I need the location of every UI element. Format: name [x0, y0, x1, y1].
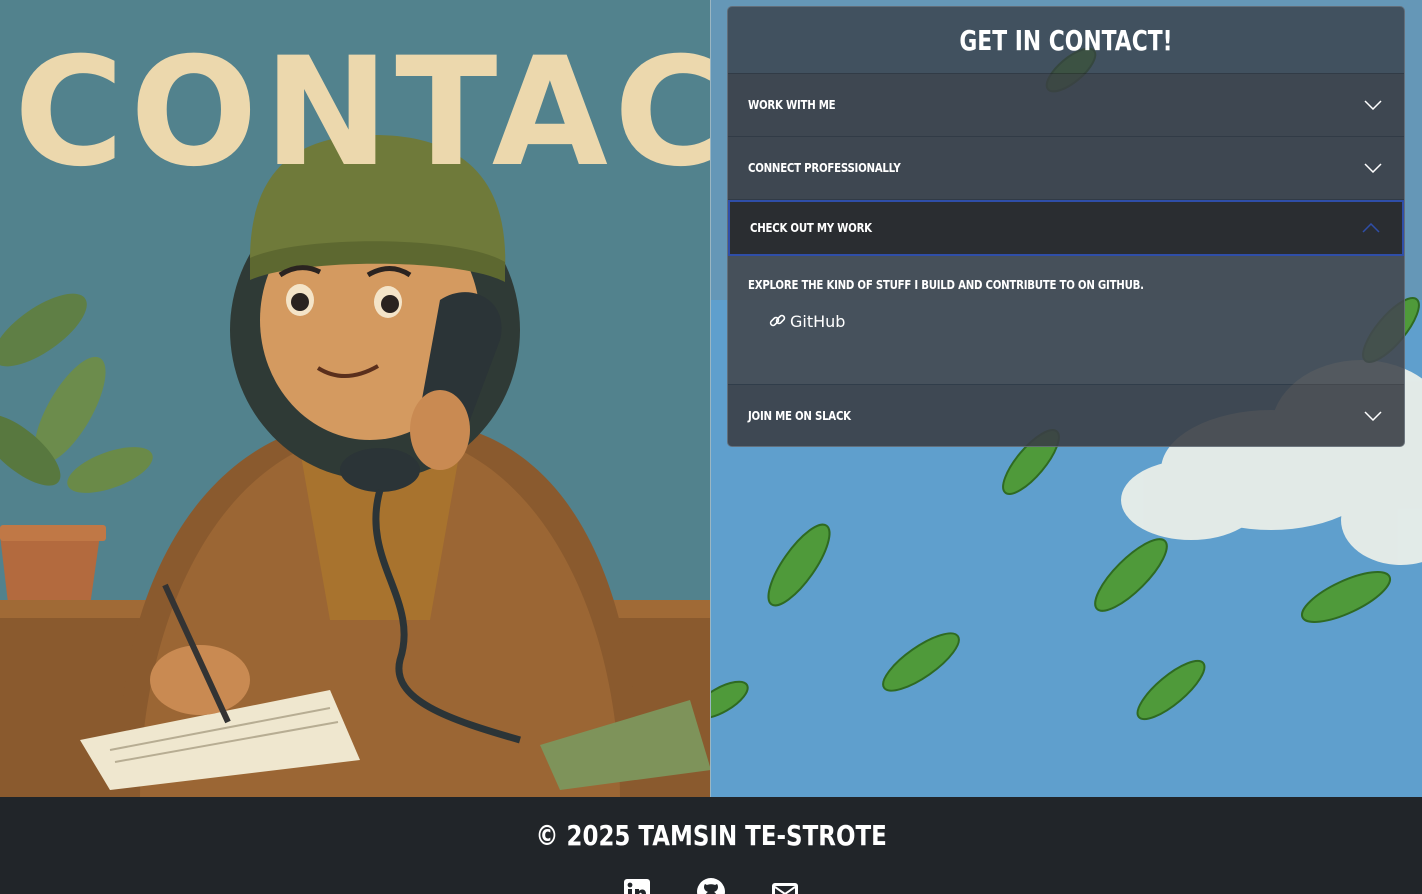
panel-title: GET IN CONTACT!: [959, 23, 1173, 57]
linkedin-icon[interactable]: [622, 877, 652, 894]
accordion-header-join-me-on-slack[interactable]: JOIN ME ON SLACK: [728, 385, 1404, 446]
hero-contact-word: CONTACT: [14, 26, 710, 200]
accordion-item-join-me-on-slack: JOIN ME ON SLACK: [728, 384, 1404, 446]
github-link[interactable]: GitHub: [768, 311, 845, 331]
accordion-label: JOIN ME ON SLACK: [748, 409, 851, 423]
accordion-description: EXPLORE THE KIND OF STUFF I BUILD AND CO…: [748, 278, 1144, 292]
chevron-down-icon: [1364, 411, 1382, 421]
accordion-label: WORK WITH ME: [748, 98, 836, 112]
accordion-header-check-out-my-work[interactable]: CHECK OUT MY WORK: [728, 200, 1404, 256]
chevron-down-icon: [1364, 163, 1382, 173]
accordion-label: CONNECT PROFESSIONALLY: [748, 161, 901, 175]
contact-illustration: CONTACT: [0, 0, 711, 797]
accordion-label: CHECK OUT MY WORK: [750, 221, 872, 235]
chevron-down-icon: [1364, 100, 1382, 110]
accordion-item-connect-professionally: CONNECT PROFESSIONALLY: [728, 136, 1404, 199]
accordion-item-work-with-me: WORK WITH ME: [728, 73, 1404, 136]
link-icon: [769, 314, 786, 327]
accordion-item-check-out-my-work: CHECK OUT MY WORK EXPLORE THE KIND OF ST…: [728, 199, 1404, 384]
github-link-label: GitHub: [790, 311, 846, 331]
site-footer: © 2025 TAMSIN TE-STROTE: [0, 797, 1422, 894]
github-icon[interactable]: [696, 877, 726, 894]
footer-social-icons: [0, 877, 1422, 894]
accordion-header-work-with-me[interactable]: WORK WITH ME: [728, 74, 1404, 136]
contact-panel: GET IN CONTACT! WORK WITH ME CONNECT PRO…: [727, 6, 1405, 447]
accordion-body-check-out-my-work: EXPLORE THE KIND OF STUFF I BUILD AND CO…: [728, 256, 1404, 384]
footer-copyright: © 2025 TAMSIN TE-STROTE: [535, 819, 887, 852]
page-stage: CONTACT GET IN CONTACT!: [0, 0, 1422, 797]
chevron-up-icon: [1362, 223, 1380, 233]
envelope-icon[interactable]: [770, 877, 800, 894]
accordion-header-connect-professionally[interactable]: CONNECT PROFESSIONALLY: [728, 137, 1404, 199]
